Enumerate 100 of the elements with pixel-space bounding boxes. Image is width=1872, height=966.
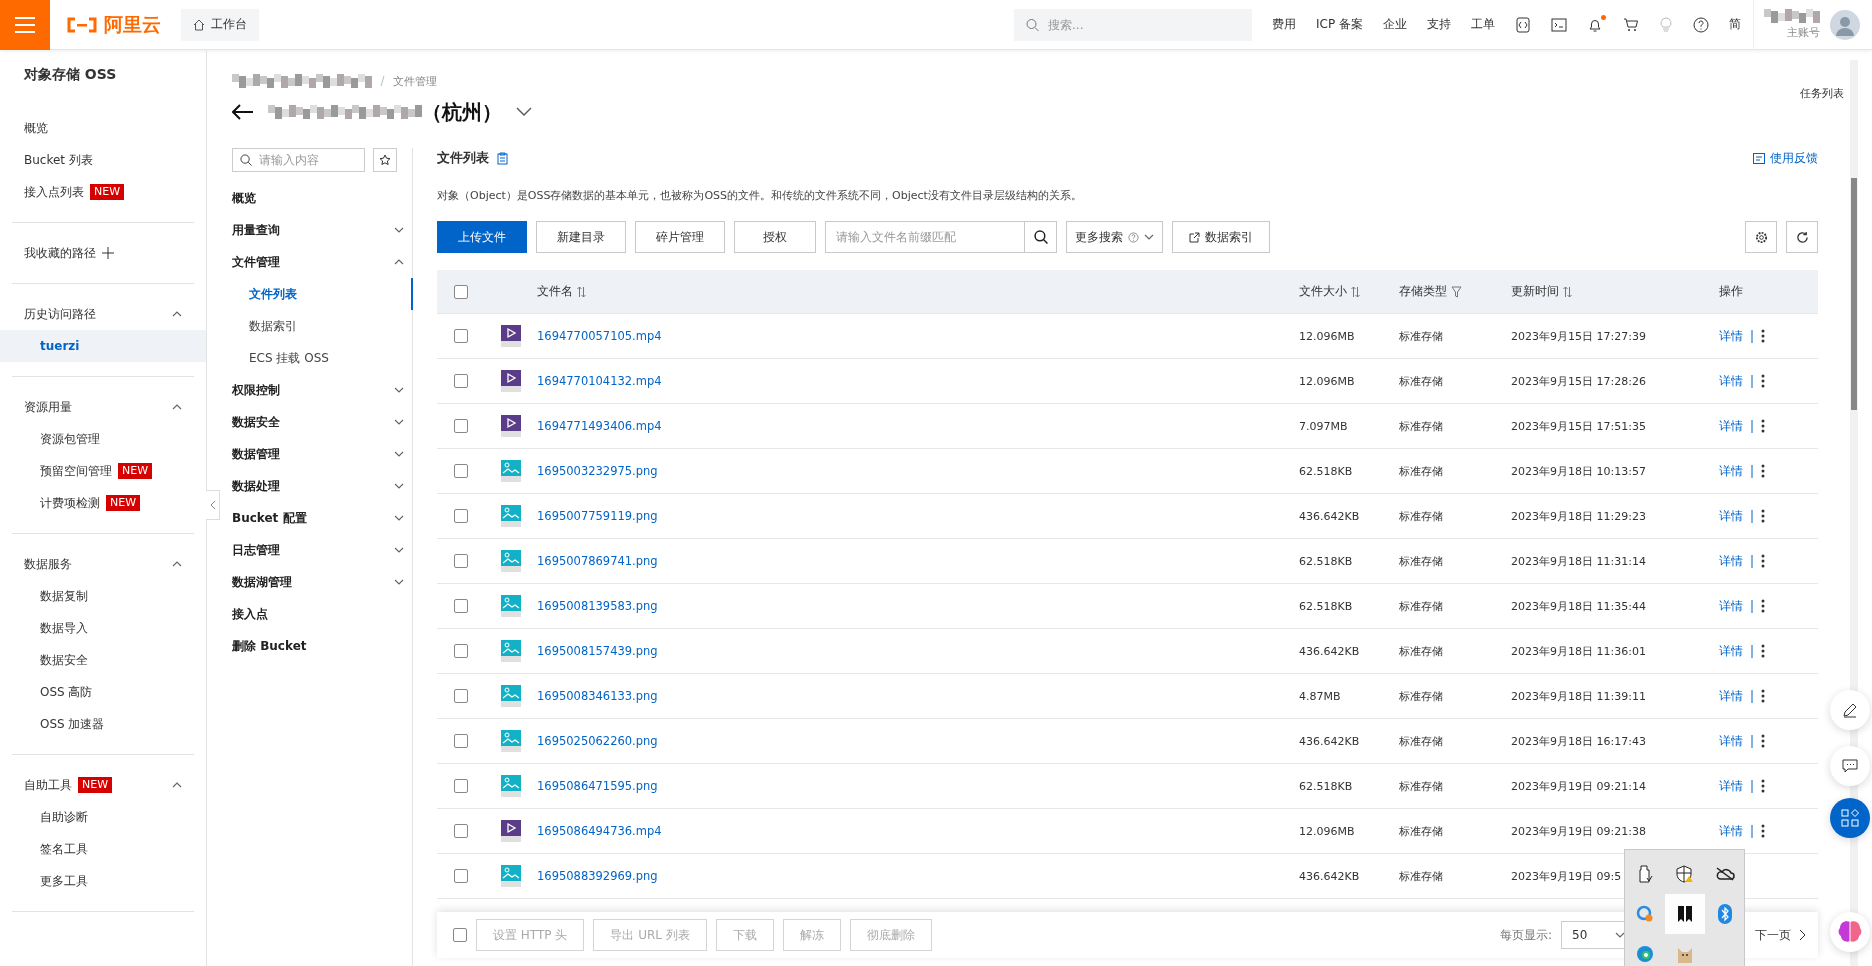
nav-item[interactable]: 接入点 (232, 598, 404, 630)
nav-subitem[interactable]: ECS 挂载 OSS (232, 342, 413, 374)
sidebar-item[interactable]: 签名工具 (0, 833, 206, 865)
row-checkbox[interactable] (454, 554, 468, 568)
file-name-link[interactable]: 1695008139583.png (537, 599, 658, 613)
more-actions-icon[interactable] (1761, 689, 1765, 703)
sidebar-item[interactable]: 计费项检测 NEW (0, 487, 206, 519)
more-actions-icon[interactable] (1761, 554, 1765, 568)
file-name-link[interactable]: 1695007869741.png (537, 554, 658, 568)
sidebar-item[interactable]: tuerzi (0, 330, 206, 362)
nav-item[interactable]: 日志管理 (232, 534, 404, 566)
row-checkbox[interactable] (454, 464, 468, 478)
details-link[interactable]: 详情 (1719, 822, 1743, 840)
more-actions-icon[interactable] (1761, 329, 1765, 343)
more-actions-icon[interactable] (1761, 509, 1765, 523)
details-link[interactable]: 详情 (1719, 507, 1743, 525)
sidebar-item[interactable]: 数据安全 (0, 644, 206, 676)
upload-button[interactable]: 上传文件 (437, 221, 527, 253)
assistant-button[interactable] (1830, 912, 1870, 952)
nav-item[interactable]: 删除 Bucket (232, 630, 404, 662)
column-header[interactable]: 文件大小 (1299, 283, 1399, 300)
nav-item[interactable]: 概览 (232, 182, 404, 214)
row-checkbox[interactable] (454, 599, 468, 613)
menu-button[interactable] (0, 0, 50, 50)
details-link[interactable]: 详情 (1719, 462, 1743, 480)
top-nav-link[interactable]: 企业 (1383, 16, 1407, 33)
row-checkbox[interactable] (454, 779, 468, 793)
row-checkbox[interactable] (454, 734, 468, 748)
file-search-field[interactable]: 请输入文件名前缀匹配 (825, 221, 1025, 253)
edit-button[interactable] (1830, 690, 1870, 730)
file-name-link[interactable]: 1694770057105.mp4 (537, 329, 662, 343)
sidebar-item[interactable]: OSS 高防 (0, 676, 206, 708)
sidebar-item[interactable]: 概览 (0, 112, 206, 144)
bulk-checkbox[interactable] (453, 928, 467, 942)
tray-item[interactable] (1665, 894, 1705, 934)
file-name-link[interactable]: 1695088392969.png (537, 869, 658, 883)
more-actions-icon[interactable] (1761, 734, 1765, 748)
file-name-link[interactable]: 1695007759119.png (537, 509, 658, 523)
column-header[interactable]: 更新时间 (1511, 283, 1719, 300)
nav-item[interactable]: 数据管理 (232, 438, 404, 470)
file-name-link[interactable]: 1694770104132.mp4 (537, 374, 662, 388)
more-actions-icon[interactable] (1761, 779, 1765, 793)
scrollbar-thumb[interactable] (1851, 178, 1857, 410)
chat-button[interactable] (1830, 746, 1870, 786)
nav-subitem[interactable]: 数据索引 (232, 310, 413, 342)
row-checkbox[interactable] (454, 419, 468, 433)
top-nav-link[interactable]: 工单 (1471, 16, 1495, 33)
row-checkbox[interactable] (454, 689, 468, 703)
column-header[interactable]: 存储类型 (1399, 283, 1511, 300)
toolbar-button[interactable]: 碎片管理 (635, 221, 725, 253)
details-link[interactable]: 详情 (1719, 777, 1743, 795)
sidebar-item[interactable]: 更多工具 (0, 865, 206, 897)
details-link[interactable]: 详情 (1719, 372, 1743, 390)
more-actions-icon[interactable] (1761, 464, 1765, 478)
more-actions-icon[interactable] (1761, 824, 1765, 838)
data-index-button[interactable]: 数据索引 (1172, 221, 1270, 253)
sidebar-item[interactable]: 预留空间管理 NEW (0, 455, 206, 487)
file-name-link[interactable]: 1695003232975.png (537, 464, 658, 478)
more-actions-icon[interactable] (1761, 419, 1765, 433)
more-actions-icon[interactable] (1761, 644, 1765, 658)
row-checkbox[interactable] (454, 644, 468, 658)
more-actions-icon[interactable] (1761, 599, 1765, 613)
row-checkbox[interactable] (454, 869, 468, 883)
sidebar-item[interactable]: Bucket 列表 (0, 144, 206, 176)
more-search-button[interactable]: 更多搜索 (1066, 221, 1163, 253)
sidebar-item[interactable]: 数据复制 (0, 580, 206, 612)
file-name-link[interactable]: 1695008157439.png (537, 644, 658, 658)
top-nav-link[interactable]: 支持 (1427, 16, 1451, 33)
apps-button[interactable] (1830, 798, 1870, 838)
nav-item[interactable]: 数据安全 (232, 406, 404, 438)
details-link[interactable]: 详情 (1719, 327, 1743, 345)
row-checkbox[interactable] (454, 329, 468, 343)
refresh-button[interactable] (1786, 221, 1818, 253)
workbench-button[interactable]: 工作台 (181, 8, 259, 41)
top-nav-link[interactable]: 费用 (1272, 16, 1297, 33)
collapse-handle[interactable] (206, 490, 220, 520)
sidebar-item[interactable]: OSS 加速器 (0, 708, 206, 740)
file-name-link[interactable]: 1695008346133.png (537, 689, 658, 703)
row-checkbox[interactable] (454, 374, 468, 388)
details-link[interactable]: 详情 (1719, 687, 1743, 705)
feedback-link[interactable]: 使用反馈 (1753, 149, 1818, 167)
column-header[interactable]: 操作 (1719, 283, 1818, 300)
toolbar-button[interactable]: 新建目录 (536, 221, 626, 253)
select-all-checkbox[interactable] (454, 284, 468, 299)
column-header[interactable]: 文件名 (537, 283, 1299, 300)
breadcrumb-item[interactable]: 文件管理 (393, 73, 437, 89)
row-checkbox[interactable] (454, 509, 468, 523)
details-link[interactable]: 详情 (1719, 552, 1743, 570)
file-name-link[interactable]: 1695086471595.png (537, 779, 658, 793)
file-name-link[interactable]: 1695086494736.mp4 (537, 824, 662, 838)
details-link[interactable]: 详情 (1719, 597, 1743, 615)
settings-button[interactable] (1745, 221, 1777, 253)
toolbar-button[interactable]: 授权 (734, 221, 816, 253)
search-button[interactable] (1025, 221, 1057, 253)
task-list-link[interactable]: 任务列表 (1800, 86, 1844, 126)
top-nav-link[interactable]: ICP 备案 (1316, 16, 1363, 33)
search-field[interactable]: 搜索... (1014, 8, 1253, 41)
nav-item[interactable]: Bucket 配置 (232, 502, 404, 534)
sidebar-item[interactable]: 接入点列表 NEW (0, 176, 206, 208)
nav-item[interactable]: 权限控制 (232, 374, 404, 406)
